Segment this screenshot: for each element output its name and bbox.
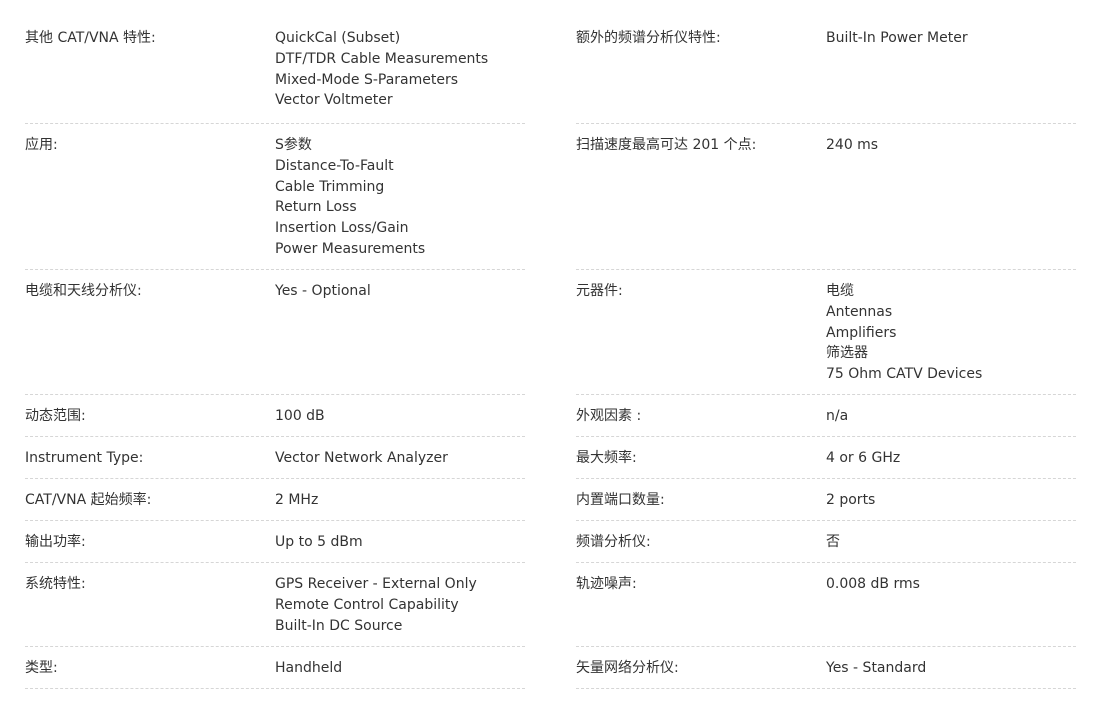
spec-value-line: Cable Trimming: [275, 178, 385, 195]
spec-label: 其他 CAT/VNA 特性:: [25, 30, 156, 46]
specifications-table: 其他 CAT/VNA 特性: QuickCal (Subset) DTF/TDR C…: [0, 0, 1101, 717]
spec-value: Handheld: [275, 658, 525, 678]
spec-row: 矢量网络分析仪: Yes - Standard: [576, 647, 1076, 689]
specifications-left-column: 其他 CAT/VNA 特性: QuickCal (Subset) DTF/TDR C…: [25, 19, 525, 717]
spec-value-line: 2 ports: [826, 492, 876, 508]
spec-value-line: QuickCal (Subset): [275, 30, 401, 46]
spec-value-line: Vector Voltmeter: [275, 92, 393, 109]
spec-row: 最大频率: 4 or 6 GHz: [576, 437, 1076, 479]
spec-row: Instrument Type: Vector Network Analyzer: [25, 437, 525, 479]
spec-label: 矢量网络分析仪:: [576, 660, 679, 676]
spec-value-line: Yes - Standard: [826, 660, 927, 676]
spec-label: 外观因素 :: [576, 408, 642, 424]
spec-label: 系统特性:: [25, 576, 86, 592]
spec-value-line: 4 or 6 GHz: [826, 450, 901, 466]
spec-value: 0.008 dB rms: [826, 574, 1076, 636]
spec-value-line: 2 MHz: [275, 492, 319, 508]
spec-value: Up to 5 dBm: [275, 532, 525, 552]
spec-value-line: Up to 5 dBm: [275, 534, 363, 550]
spec-label: CAT/VNA 起始频率:: [25, 492, 152, 508]
spec-value: 240 ms: [826, 135, 1076, 259]
spec-value: 电缆 Antennas Amplifiers 筛选器 75 Ohm CATV Devic…: [826, 281, 1076, 384]
spec-label: 电缆和天线分析仪:: [25, 283, 142, 299]
spec-value: 2 MHz: [275, 490, 525, 510]
spec-label: 元器件:: [576, 283, 623, 299]
spec-value-line: Yes - Optional: [275, 283, 371, 299]
spec-value-line: Built-In DC Source: [275, 617, 403, 634]
spec-row: 轨迹噪声: 0.008 dB rms: [576, 563, 1076, 647]
spec-value: Yes - Optional: [275, 281, 525, 384]
specifications-right-column: 额外的频谱分析仪特性: Built-In Power Meter 扫描速度最高可达 …: [576, 19, 1076, 717]
spec-value: Yes - Standard: [826, 658, 1076, 678]
spec-value-line: Amplifiers: [826, 324, 897, 341]
spec-value-line: Return Loss: [275, 199, 357, 216]
spec-row: 动态范围: 100 dB: [25, 395, 525, 437]
spec-value-line: 0.008 dB rms: [826, 576, 920, 592]
spec-row: 外观因素 : n/a: [576, 395, 1076, 437]
spec-value-line: Mixed-Mode S-Parameters: [275, 71, 459, 88]
spec-value: n/a: [826, 406, 1076, 426]
spec-value-line: Power Measurements: [275, 240, 426, 257]
spec-value-line: n/a: [826, 408, 849, 424]
spec-value-line: Insertion Loss/Gain: [275, 220, 409, 237]
spec-value: Vector Network Analyzer: [275, 448, 525, 468]
spec-row: 应用: S参数 Distance-To-Fault Cable Trimming Ret…: [25, 124, 525, 270]
spec-value-line: 否: [826, 534, 840, 550]
spec-value-line: Handheld: [275, 660, 343, 676]
spec-value: 2 ports: [826, 490, 1076, 510]
spec-row: 元器件: 电缆 Antennas Amplifiers 筛选器 75 Ohm CATV D…: [576, 270, 1076, 395]
spec-label: 额外的频谱分析仪特性:: [576, 30, 721, 46]
spec-row: 频谱分析仪: 否: [576, 521, 1076, 563]
spec-value-line: Built-In Power Meter: [826, 30, 968, 46]
spec-value: Built-In Power Meter: [826, 28, 1076, 113]
spec-value-line: 100 dB: [275, 408, 325, 424]
spec-value: 4 or 6 GHz: [826, 448, 1076, 468]
spec-row: 输出功率: Up to 5 dBm: [25, 521, 525, 563]
spec-row: CAT/VNA 起始频率: 2 MHz: [25, 479, 525, 521]
spec-row: 其他 CAT/VNA 特性: QuickCal (Subset) DTF/TDR C…: [25, 19, 525, 124]
spec-row: 扫描速度最高可达 201 个点: 240 ms: [576, 124, 1076, 270]
spec-value-line: Remote Control Capability: [275, 596, 459, 613]
spec-label: 内置端口数量:: [576, 492, 665, 508]
spec-label: 类型:: [25, 660, 58, 676]
spec-value: 否: [826, 532, 1076, 552]
spec-label: 动态范围:: [25, 408, 86, 424]
spec-value-line: 筛选器: [826, 345, 868, 362]
spec-value-line: GPS Receiver - External Only: [275, 576, 477, 592]
spec-label: 频谱分析仪:: [576, 534, 651, 550]
spec-row: 系统特性: GPS Receiver - External Only Remote …: [25, 563, 525, 647]
spec-value-line: DTF/TDR Cable Measurements: [275, 50, 489, 67]
spec-label: 输出功率:: [25, 534, 86, 550]
spec-value-line: Antennas: [826, 303, 893, 320]
spec-value-line: Vector Network Analyzer: [275, 450, 448, 466]
spec-label: Instrument Type:: [25, 450, 144, 466]
spec-label: 应用:: [25, 137, 58, 153]
spec-value-line: 240 ms: [826, 137, 879, 153]
spec-value-line: 75 Ohm CATV Devices: [826, 366, 983, 383]
spec-label: 扫描速度最高可达 201 个点:: [576, 137, 757, 153]
spec-value: S参数 Distance-To-Fault Cable Trimming Return…: [275, 135, 525, 259]
spec-value-line: Distance-To-Fault: [275, 157, 394, 174]
spec-value-line: S参数: [275, 137, 312, 153]
spec-row: 类型: Handheld: [25, 647, 525, 689]
spec-label: 轨迹噪声:: [576, 576, 637, 592]
spec-value: GPS Receiver - External Only Remote Contr…: [275, 574, 525, 636]
spec-value: 100 dB: [275, 406, 525, 426]
spec-value: QuickCal (Subset) DTF/TDR Cable Measureme…: [275, 28, 525, 113]
spec-row: 内置端口数量: 2 ports: [576, 479, 1076, 521]
spec-value-line: 电缆: [826, 283, 854, 299]
spec-label: 最大频率:: [576, 450, 637, 466]
spec-row: 额外的频谱分析仪特性: Built-In Power Meter: [576, 19, 1076, 124]
spec-row: 电缆和天线分析仪: Yes - Optional: [25, 270, 525, 395]
